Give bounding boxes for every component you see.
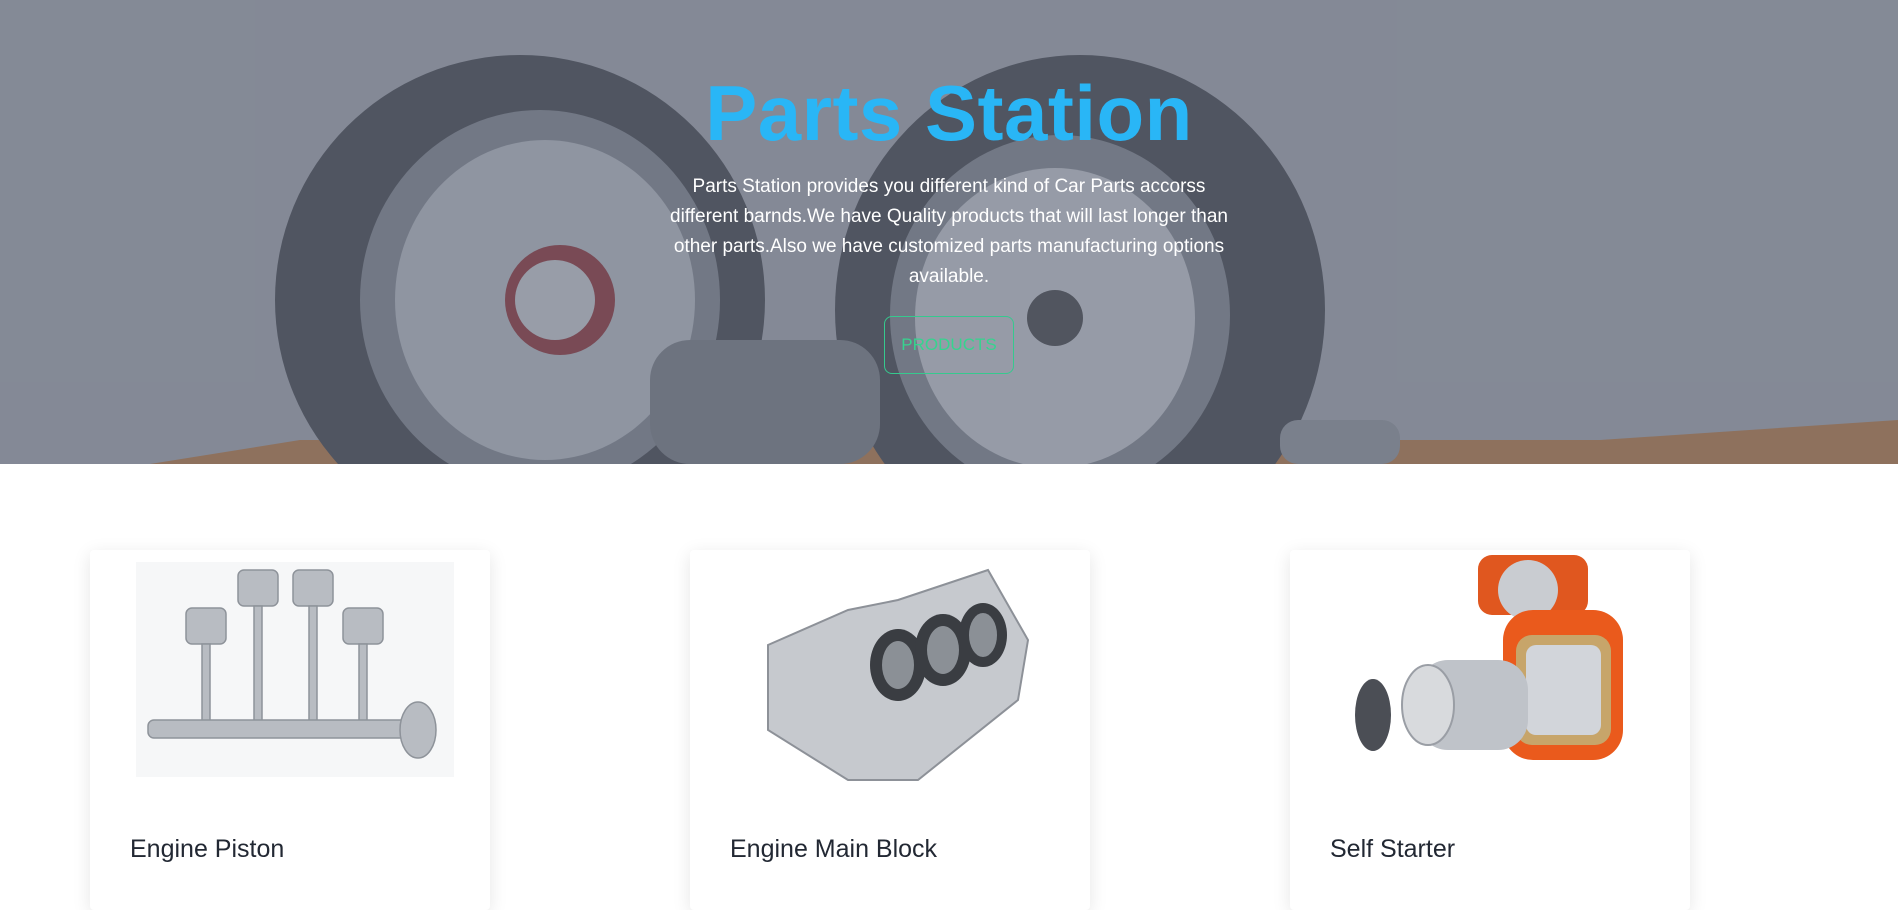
product-title: Engine Main Block xyxy=(730,835,938,863)
product-title: Engine Piston xyxy=(130,835,285,863)
product-card-self-starter[interactable]: Self Starter xyxy=(1290,550,1690,910)
page-title: Parts Station xyxy=(705,69,1193,157)
engine-piston-image xyxy=(128,550,454,790)
engine-block-image xyxy=(728,550,1054,790)
hero-banner: Parts Station Parts Station provides you… xyxy=(0,0,1898,464)
product-title: Self Starter xyxy=(1330,835,1456,863)
self-starter-image xyxy=(1328,550,1654,790)
product-card-engine-main-block[interactable]: Engine Main Block xyxy=(690,550,1090,910)
products-button[interactable]: PRODUCTS xyxy=(884,316,1014,374)
hero-description: Parts Station provides you different kin… xyxy=(670,176,1228,287)
product-card-engine-piston[interactable]: Engine Piston xyxy=(90,550,490,910)
